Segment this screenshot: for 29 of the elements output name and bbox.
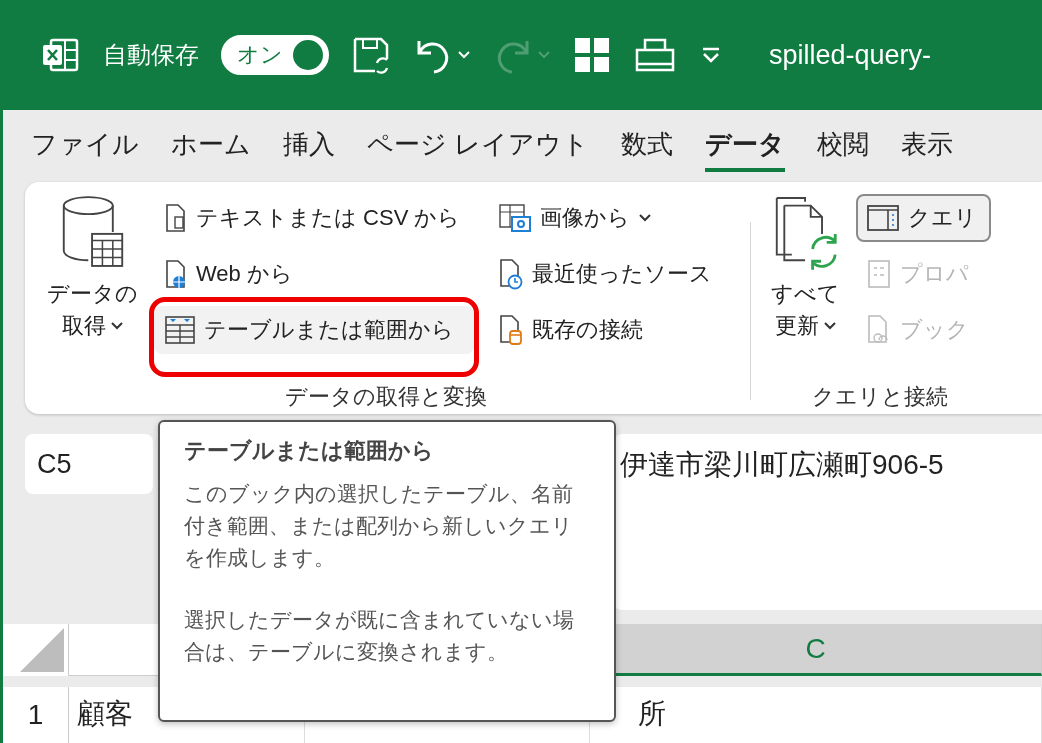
ribbon-large-button[interactable]: すべて 更新: [769, 194, 843, 354]
ribbon-large-button[interactable]: データの 取得: [45, 194, 140, 354]
ribbon-tab[interactable]: ファイル: [31, 120, 139, 172]
ribbon-button[interactable]: テキストまたは CSV から: [154, 194, 475, 242]
row-header[interactable]: 1: [3, 686, 69, 743]
ribbon-tab[interactable]: ページ レイアウト: [367, 120, 590, 172]
ribbon-tab[interactable]: 校閲: [817, 120, 870, 172]
table-cell: 所: [590, 686, 1042, 743]
group-label: クエリと接続: [812, 383, 949, 411]
ribbon-button[interactable]: テーブルまたは範囲から: [154, 306, 475, 354]
ribbon-button[interactable]: 既存の接続: [488, 306, 727, 354]
tooltip-text: このブック内の選択したテーブル、名前付き範囲、または配列から新しいクエリを作成します。: [184, 481, 574, 571]
ribbon-tab[interactable]: 挿入: [283, 120, 335, 172]
group-label: データの取得と変換: [284, 383, 487, 411]
ribbon-button[interactable]: Web から: [154, 250, 475, 298]
tooltip-text: 選択したデータが既に含まれていない場合は、テーブルに変換されます。: [184, 607, 574, 665]
ribbon-button[interactable]: クエリ: [856, 194, 992, 242]
ribbon-tab[interactable]: 表示: [901, 120, 954, 172]
ribbon-button[interactable]: 画像から: [488, 194, 727, 242]
ribbon-tab[interactable]: ホーム: [171, 120, 251, 172]
name-box[interactable]: C5: [25, 434, 153, 494]
formula-field[interactable]: 伊達市梁川町広瀬町906-5: [614, 434, 1042, 610]
ribbon-tab[interactable]: 数式: [621, 120, 674, 172]
autosave-label: 自動保存: [103, 40, 199, 70]
tooltip-title: テーブルまたは範囲から: [184, 437, 435, 465]
file-name: spilled-query-: [769, 39, 932, 71]
ribbon-button[interactable]: 最近使ったソース: [488, 250, 727, 298]
autosave-toggle[interactable]: オン: [221, 35, 329, 75]
ribbon-tab[interactable]: データ: [705, 120, 786, 172]
